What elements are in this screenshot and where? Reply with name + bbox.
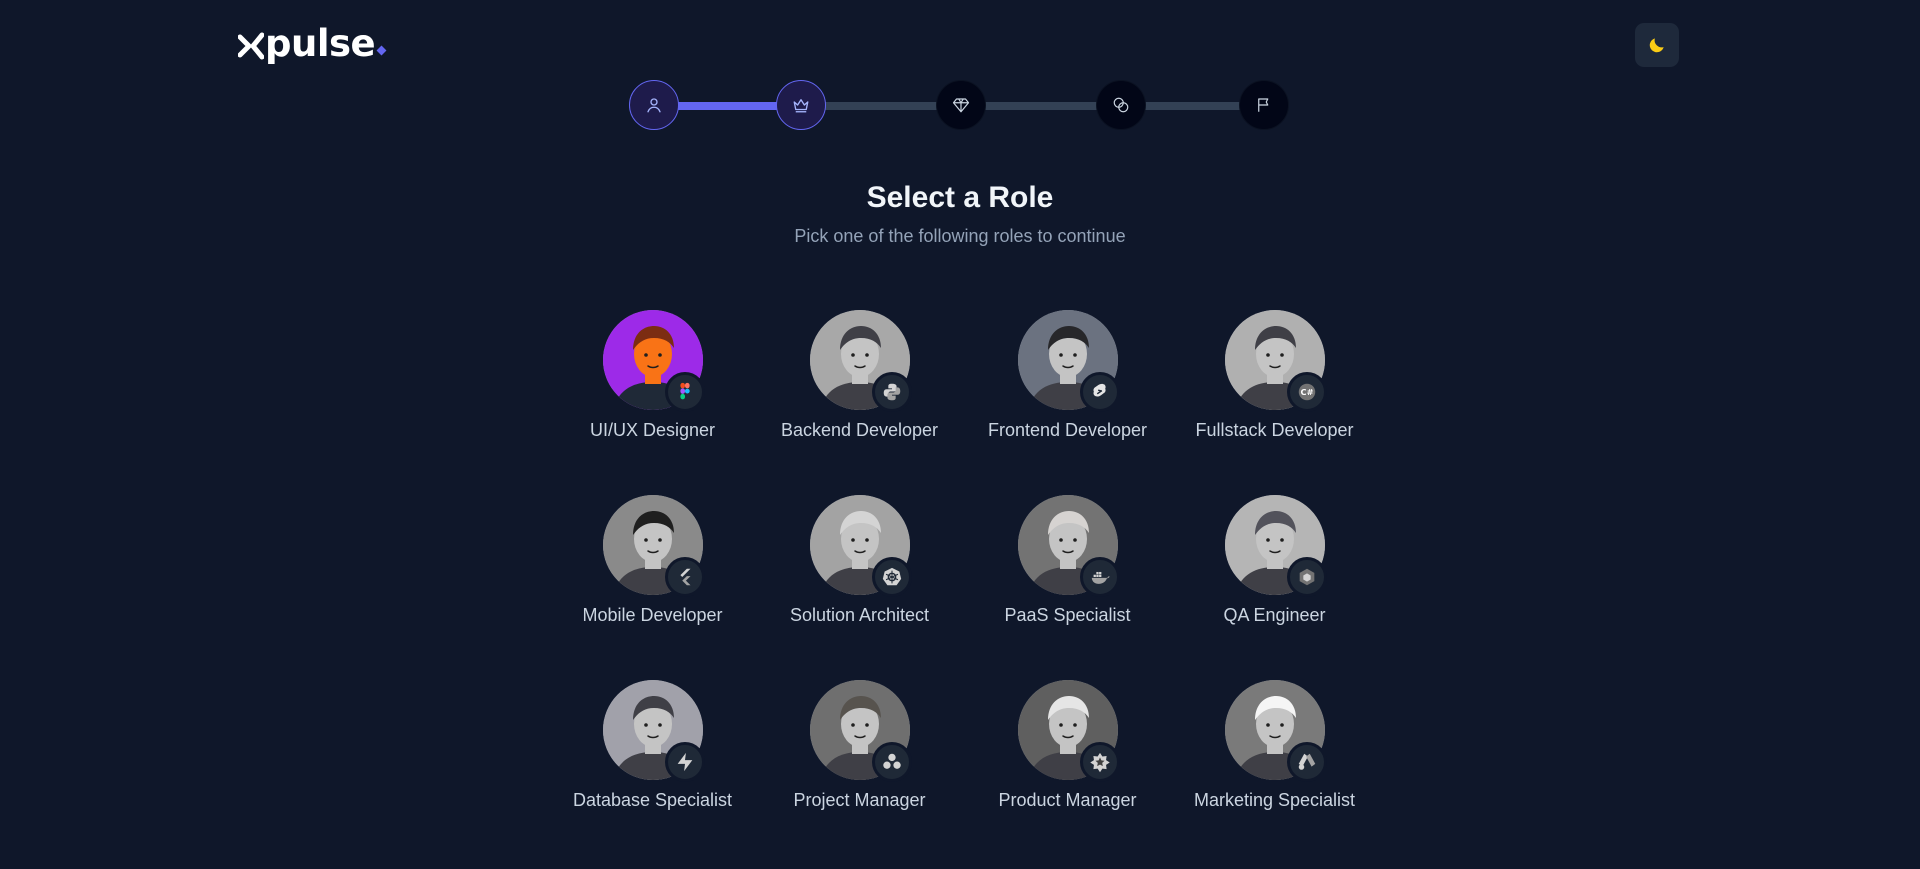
- role-avatar-wrap: [602, 310, 705, 412]
- step-skills[interactable]: [936, 80, 986, 130]
- stepper-track: [1144, 102, 1244, 110]
- figma-icon: [664, 372, 705, 412]
- star-badge-icon: [1079, 742, 1120, 782]
- role-avatar-wrap: [1017, 310, 1120, 412]
- role-label: Fullstack Developer: [1195, 420, 1354, 440]
- step-profile[interactable]: [629, 80, 679, 130]
- docker-icon: [1079, 557, 1120, 597]
- kubernetes-icon: [871, 557, 912, 597]
- brand-name: pulse: [265, 22, 376, 65]
- coins-icon: [1113, 97, 1129, 113]
- role-avatar-wrap: [1017, 495, 1120, 597]
- role-card[interactable]: Database Specialist: [549, 680, 756, 830]
- hexagon-icon: [1286, 557, 1327, 597]
- role-avatar-wrap: [809, 680, 912, 782]
- supabase-icon: [664, 742, 705, 782]
- role-label: Mobile Developer: [582, 605, 723, 625]
- role-avatar-wrap: [1017, 680, 1120, 782]
- role-card[interactable]: Product Manager: [964, 680, 1171, 830]
- step-role[interactable]: [776, 80, 826, 130]
- role-label: Marketing Specialist: [1193, 790, 1356, 810]
- role-avatar-wrap: [809, 310, 912, 412]
- role-card[interactable]: Solution Architect: [756, 495, 963, 645]
- step-plan[interactable]: [1096, 80, 1146, 130]
- page-subtitle: Pick one of the following roles to conti…: [794, 226, 1126, 246]
- role-card[interactable]: Frontend Developer: [964, 310, 1171, 460]
- role-card[interactable]: UI/UX Designer: [549, 310, 756, 460]
- role-card[interactable]: PaaS Specialist: [964, 495, 1171, 645]
- google-ads-icon: [1286, 742, 1327, 782]
- x-mark-icon: [238, 32, 264, 60]
- stepper-track: [984, 102, 1101, 110]
- role-avatar-wrap: [809, 495, 912, 597]
- role-avatar-wrap: [1224, 495, 1327, 597]
- role-label: Frontend Developer: [987, 420, 1148, 440]
- role-card[interactable]: Project Manager: [756, 680, 963, 830]
- role-label: UI/UX Designer: [589, 420, 716, 440]
- moon-icon: [1649, 38, 1664, 53]
- role-label: PaaS Specialist: [1004, 605, 1131, 625]
- svg-text:C#: C#: [1300, 387, 1313, 397]
- role-card[interactable]: Marketing Specialist: [1171, 680, 1378, 830]
- brand-dot: [376, 45, 387, 56]
- progress-stepper: [629, 80, 1289, 130]
- flutter-icon: [664, 557, 705, 597]
- csharp-icon: C#: [1286, 372, 1327, 412]
- python-icon: [871, 372, 912, 412]
- role-card[interactable]: QA Engineer: [1171, 495, 1378, 645]
- role-label: Project Manager: [793, 790, 926, 810]
- role-card[interactable]: Backend Developer: [756, 310, 963, 460]
- role-label: Database Specialist: [572, 790, 733, 810]
- role-avatar-wrap: C#: [1224, 310, 1327, 412]
- role-card[interactable]: Mobile Developer: [549, 495, 756, 645]
- role-selection-page: pulse Select a Role Pick one of the foll…: [0, 0, 1920, 869]
- role-label: Backend Developer: [780, 420, 939, 440]
- crown-icon: [793, 99, 809, 113]
- role-avatar-wrap: [602, 680, 705, 782]
- role-avatar-wrap: [602, 495, 705, 597]
- role-card[interactable]: C# Fullstack Developer: [1171, 310, 1378, 460]
- user-icon: [647, 98, 661, 113]
- page-title: Select a Role: [866, 181, 1054, 214]
- asana-icon: [871, 742, 912, 782]
- step-finish[interactable]: [1239, 80, 1289, 130]
- svelte-icon: [1079, 372, 1120, 412]
- flag-icon: [1258, 98, 1269, 112]
- role-label: Solution Architect: [789, 605, 930, 625]
- brand-logo[interactable]: pulse: [238, 22, 387, 65]
- stepper-track: [824, 102, 941, 110]
- diamond-icon: [952, 98, 970, 113]
- role-label: QA Engineer: [1223, 605, 1326, 625]
- role-avatar-wrap: [1224, 680, 1327, 782]
- stepper-track-completed: [677, 102, 777, 110]
- role-label: Product Manager: [998, 790, 1137, 810]
- theme-toggle-button[interactable]: [1635, 23, 1679, 67]
